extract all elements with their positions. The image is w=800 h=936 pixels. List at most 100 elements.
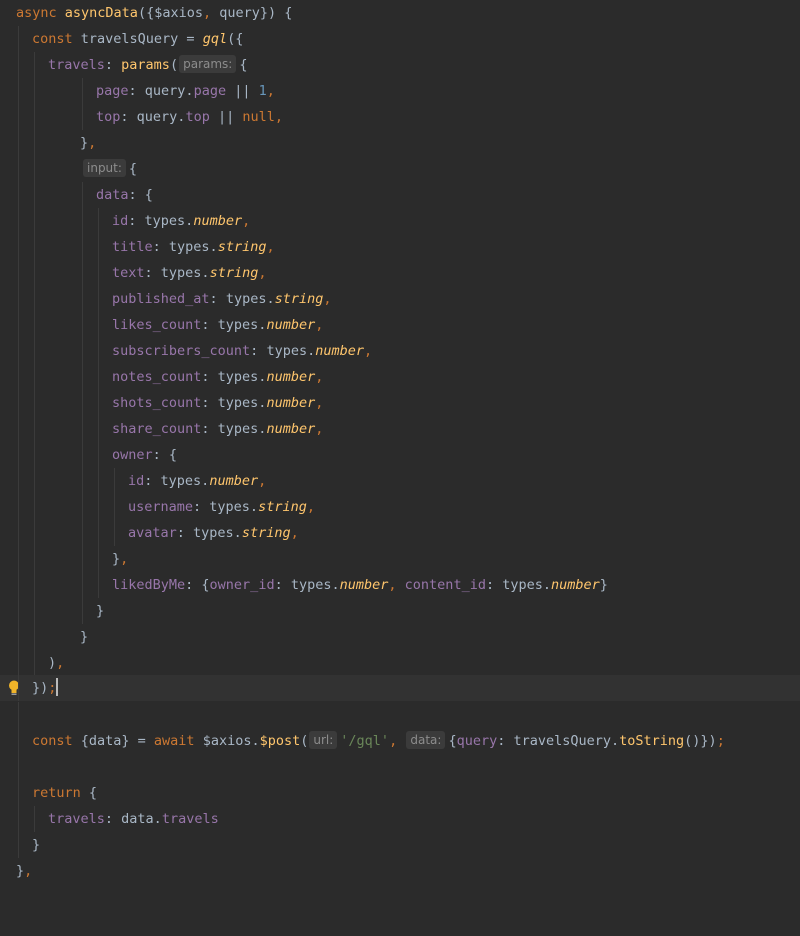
code-line-11: text: types.string, <box>0 260 800 286</box>
code-line-29: const {data} = await $axios.$post(url: '/… <box>0 728 800 754</box>
code-line-1: async asyncData({$axios, query}) { <box>0 0 800 26</box>
punctuation: : { <box>185 577 210 593</box>
keyword-await: await <box>153 733 195 749</box>
punctuation: , <box>389 733 398 749</box>
variable-name: travelsQuery = <box>72 31 203 47</box>
code-line-20: username: types.string, <box>0 494 800 520</box>
type-name: number <box>266 369 316 385</box>
punctuation: }) <box>32 680 49 696</box>
code-line-14: subscribers_count: types.number, <box>0 338 800 364</box>
code-line-9: id: types.number, <box>0 208 800 234</box>
object-ref: query. <box>136 109 186 125</box>
code-line-2: const travelsQuery = gql({ <box>0 26 800 52</box>
punctuation: , <box>88 135 97 151</box>
punctuation: : <box>274 577 291 593</box>
type-name: string <box>209 265 259 281</box>
parameter-hint: input: <box>83 159 126 177</box>
punctuation: , <box>24 863 33 879</box>
punctuation: } <box>96 603 105 619</box>
property-key: share_count <box>112 421 202 437</box>
code-line-17: share_count: types.number, <box>0 416 800 442</box>
code-line-18: owner: { <box>0 442 800 468</box>
object-ref: types. <box>217 395 267 411</box>
property-key: page <box>96 83 129 99</box>
property-key: top <box>96 109 121 125</box>
property-key: avatar <box>128 525 177 541</box>
property-key: id <box>112 213 129 229</box>
property-key: notes_count <box>112 369 202 385</box>
property-key: travels <box>48 57 105 73</box>
punctuation: , <box>242 213 251 229</box>
property-key: title <box>112 239 153 255</box>
code-line-31: return { <box>0 780 800 806</box>
punctuation: , <box>120 551 129 567</box>
punctuation: : <box>144 473 161 489</box>
type-name: string <box>258 499 307 515</box>
punctuation: : <box>128 83 145 99</box>
function-name: asyncData <box>64 5 138 21</box>
object-ref: types. <box>168 239 218 255</box>
property-key: owner <box>112 447 153 463</box>
punctuation: : <box>201 395 218 411</box>
code-line-19: id: types.number, <box>0 468 800 494</box>
member-access: travels <box>161 811 219 827</box>
code-line-15: notes_count: types.number, <box>0 364 800 390</box>
function-call: toString <box>619 733 685 749</box>
type-name: number <box>209 473 259 489</box>
punctuation: } <box>112 551 121 567</box>
punctuation: { <box>448 733 457 749</box>
type-name: number <box>551 577 600 593</box>
property-key: published_at <box>112 291 210 307</box>
punctuation: , <box>388 577 405 593</box>
operator: || <box>209 109 243 125</box>
keyword-const: const <box>32 31 73 47</box>
punctuation: ()}) <box>684 733 717 749</box>
punctuation: ({ <box>137 5 155 21</box>
punctuation: : <box>201 317 218 333</box>
code-line-33: } <box>0 832 800 858</box>
punctuation: { <box>128 161 138 177</box>
type-name: string <box>217 239 267 255</box>
property-key: query <box>456 733 498 749</box>
punctuation: ; <box>716 733 725 749</box>
punctuation: , <box>323 291 332 307</box>
parameter: query <box>211 5 260 21</box>
code-line-6: }, <box>0 130 800 156</box>
punctuation: , <box>56 655 65 671</box>
punctuation: : data. <box>104 811 162 827</box>
object-ref: types. <box>160 473 210 489</box>
type-name: number <box>315 343 364 359</box>
string-literal: '/gql' <box>340 733 390 749</box>
punctuation: : <box>120 109 137 125</box>
property-key: text <box>112 265 145 281</box>
punctuation: } <box>599 577 608 593</box>
object-ref: types. <box>266 343 316 359</box>
punctuation: ( <box>300 733 309 749</box>
code-line-34: }, <box>0 858 800 884</box>
punctuation: : <box>104 57 122 73</box>
punctuation: ; <box>48 680 57 696</box>
variable-name: {data} = <box>72 733 154 749</box>
property-key: id <box>128 473 145 489</box>
punctuation: : { <box>128 187 153 203</box>
code-line-7: input:{ <box>0 156 800 182</box>
function-call: gql <box>202 31 228 47</box>
code-line-27-current[interactable]: }); <box>0 675 800 701</box>
code-line-16: shots_count: types.number, <box>0 390 800 416</box>
code-editor[interactable]: async asyncData({$axios, query}) { const… <box>0 0 800 884</box>
keyword-const: const <box>32 733 73 749</box>
keyword-null: null <box>242 109 275 125</box>
punctuation: }) { <box>259 5 293 21</box>
code-line-10: title: types.string, <box>0 234 800 260</box>
object-ref: types. <box>217 369 267 385</box>
code-line-32: travels: data.travels <box>0 806 800 832</box>
code-line-26: ), <box>0 650 800 676</box>
keyword-return: return <box>32 785 81 801</box>
type-name: number <box>339 577 389 593</box>
property-key: owner_id <box>209 577 275 593</box>
punctuation: } <box>16 863 25 879</box>
object-ref: types. <box>502 577 551 593</box>
code-line-12: published_at: types.string, <box>0 286 800 312</box>
operator: || <box>226 83 259 99</box>
code-line-24: } <box>0 598 800 624</box>
